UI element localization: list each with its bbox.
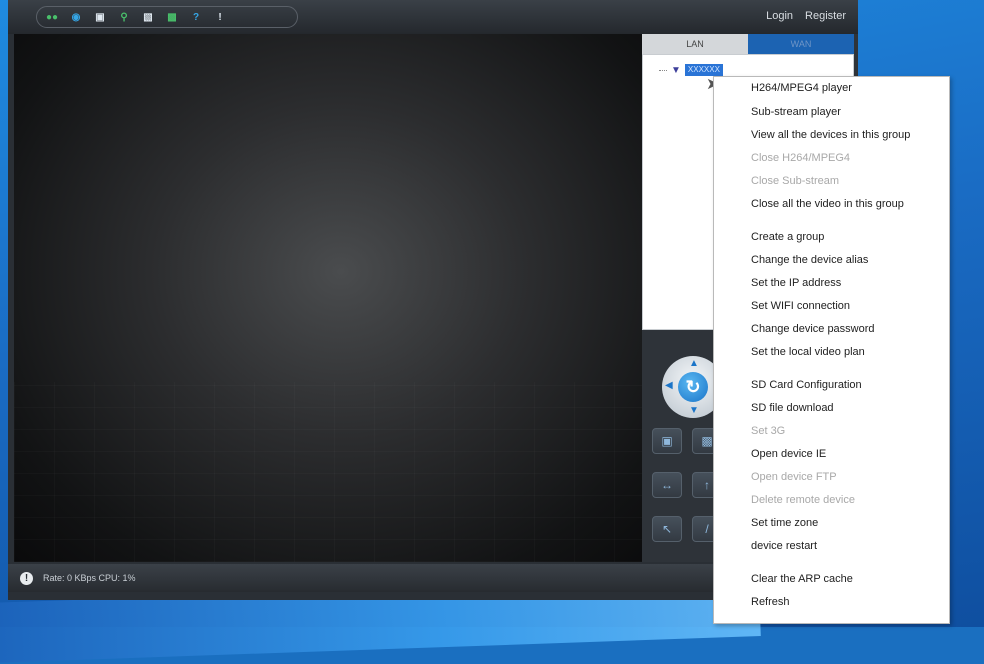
menu-item: Close H264/MPEG4 [751, 152, 851, 164]
ptz-refresh-icon[interactable]: ↻ [678, 372, 708, 402]
menu-item[interactable]: Refresh [751, 596, 790, 608]
menu-item[interactable]: Set the IP address [751, 277, 841, 289]
menu-item[interactable]: Close all the video in this group [751, 198, 904, 210]
menu-item[interactable]: Open device IE [751, 448, 826, 460]
ip-camera-icon: ▼ [671, 64, 681, 76]
register-link[interactable]: Register [805, 10, 846, 22]
diagonal-arrow-icon[interactable]: ↖ [652, 516, 682, 542]
ptz-down-arrow-icon[interactable]: ▼ [689, 405, 699, 416]
context-menu: H264/MPEG4 player Sub-stream player View a… [713, 76, 950, 624]
device-tabs: LAN WAN [642, 34, 854, 54]
ptz-up-arrow-icon[interactable]: ▲ [689, 358, 699, 369]
menu-item[interactable]: View all the devices in this group [751, 129, 910, 141]
tree-connector [659, 69, 667, 71]
horizontal-arrows-icon[interactable]: ↔ [652, 472, 682, 498]
ptz-left-arrow-icon[interactable]: ◀ [665, 380, 673, 391]
menu-item[interactable]: device restart [751, 540, 817, 552]
status-text: Rate: 0 KBps CPU: 1% [43, 573, 136, 583]
info-icon[interactable]: ! [213, 10, 227, 24]
menu-item[interactable]: Set time zone [751, 517, 818, 529]
menu-item: Delete remote device [751, 494, 855, 506]
menu-item[interactable]: Clear the ARP cache [751, 573, 853, 585]
video-floor-grid [14, 382, 642, 562]
menu-item[interactable]: Create a group [751, 231, 824, 243]
menu-item[interactable]: Set WIFI connection [751, 300, 850, 312]
menu-item[interactable]: Set the local video plan [751, 346, 865, 358]
auth-links: Login Register [766, 10, 846, 22]
menu-item[interactable]: Sub-stream player [751, 106, 841, 118]
menu-item[interactable]: H264/MPEG4 player [751, 82, 852, 94]
menu-item[interactable]: SD file download [751, 402, 834, 414]
video-viewport[interactable] [14, 34, 642, 562]
toolbar-icon-group: ●● ◉ ▣ ⚲ ▧ ▩ ? ! [36, 6, 298, 28]
menu-item[interactable]: Change device password [751, 323, 875, 335]
camera-group-icon[interactable]: ▣ [652, 428, 682, 454]
menu-item: Set 3G [751, 425, 786, 437]
control-grid: ▣ ▩ ↔ ↑ ↖ / [652, 428, 722, 558]
menu-item: Close Sub-stream [751, 175, 840, 187]
search-icon[interactable]: ⚲ [117, 10, 131, 24]
globe-icon[interactable]: ◉ [69, 10, 83, 24]
menu-item: Open device FTP [751, 471, 837, 483]
help-icon[interactable]: ? [189, 10, 203, 24]
camera-icon[interactable]: ▣ [93, 10, 107, 24]
monitor-icon[interactable]: ▩ [165, 10, 179, 24]
people-icon[interactable]: ●● [45, 10, 59, 24]
lock-icon[interactable]: ▧ [141, 10, 155, 24]
status-info-icon: ! [20, 571, 33, 585]
login-link[interactable]: Login [766, 10, 793, 22]
toolbar: ●● ◉ ▣ ⚲ ▧ ▩ ? ! Login Register [8, 0, 858, 34]
menu-item[interactable]: Change the device alias [751, 254, 868, 266]
tab-lan[interactable]: LAN [642, 34, 748, 54]
tab-wan[interactable]: WAN [748, 34, 854, 54]
menu-item[interactable]: SD Card Configuration [751, 379, 862, 391]
